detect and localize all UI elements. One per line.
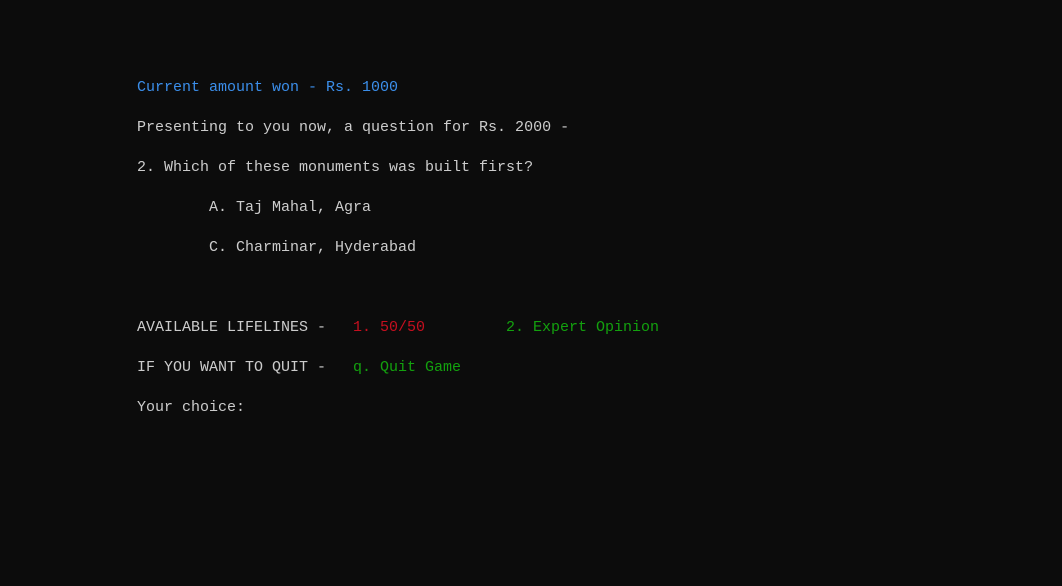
question-text: 2. Which of these monuments was built fi… — [137, 159, 534, 176]
option-a: A. Taj Mahal, Agra — [209, 199, 372, 216]
lifeline-50-50: 1. 50/50 — [353, 319, 426, 336]
option-c: C. Charminar, Hyderabad — [209, 239, 417, 256]
current-amount-line: Current amount won - Rs. 1000 — [137, 79, 399, 96]
choice-prompt[interactable]: Your choice: — [137, 398, 245, 418]
lifelines-line: AVAILABLE LIFELINES - 1. 50/50 2. Expert… — [137, 318, 837, 338]
lifeline-expert-opinion: 2. Expert Opinion — [506, 319, 660, 336]
quit-line: IF YOU WANT TO QUIT - q. Quit Game — [137, 358, 837, 378]
quit-option: q. Quit Game — [353, 359, 462, 376]
lifelines-label: AVAILABLE LIFELINES - — [137, 319, 327, 336]
presenting-line: Presenting to you now, a question for Rs… — [137, 119, 570, 136]
quit-label: IF YOU WANT TO QUIT - — [137, 359, 327, 376]
